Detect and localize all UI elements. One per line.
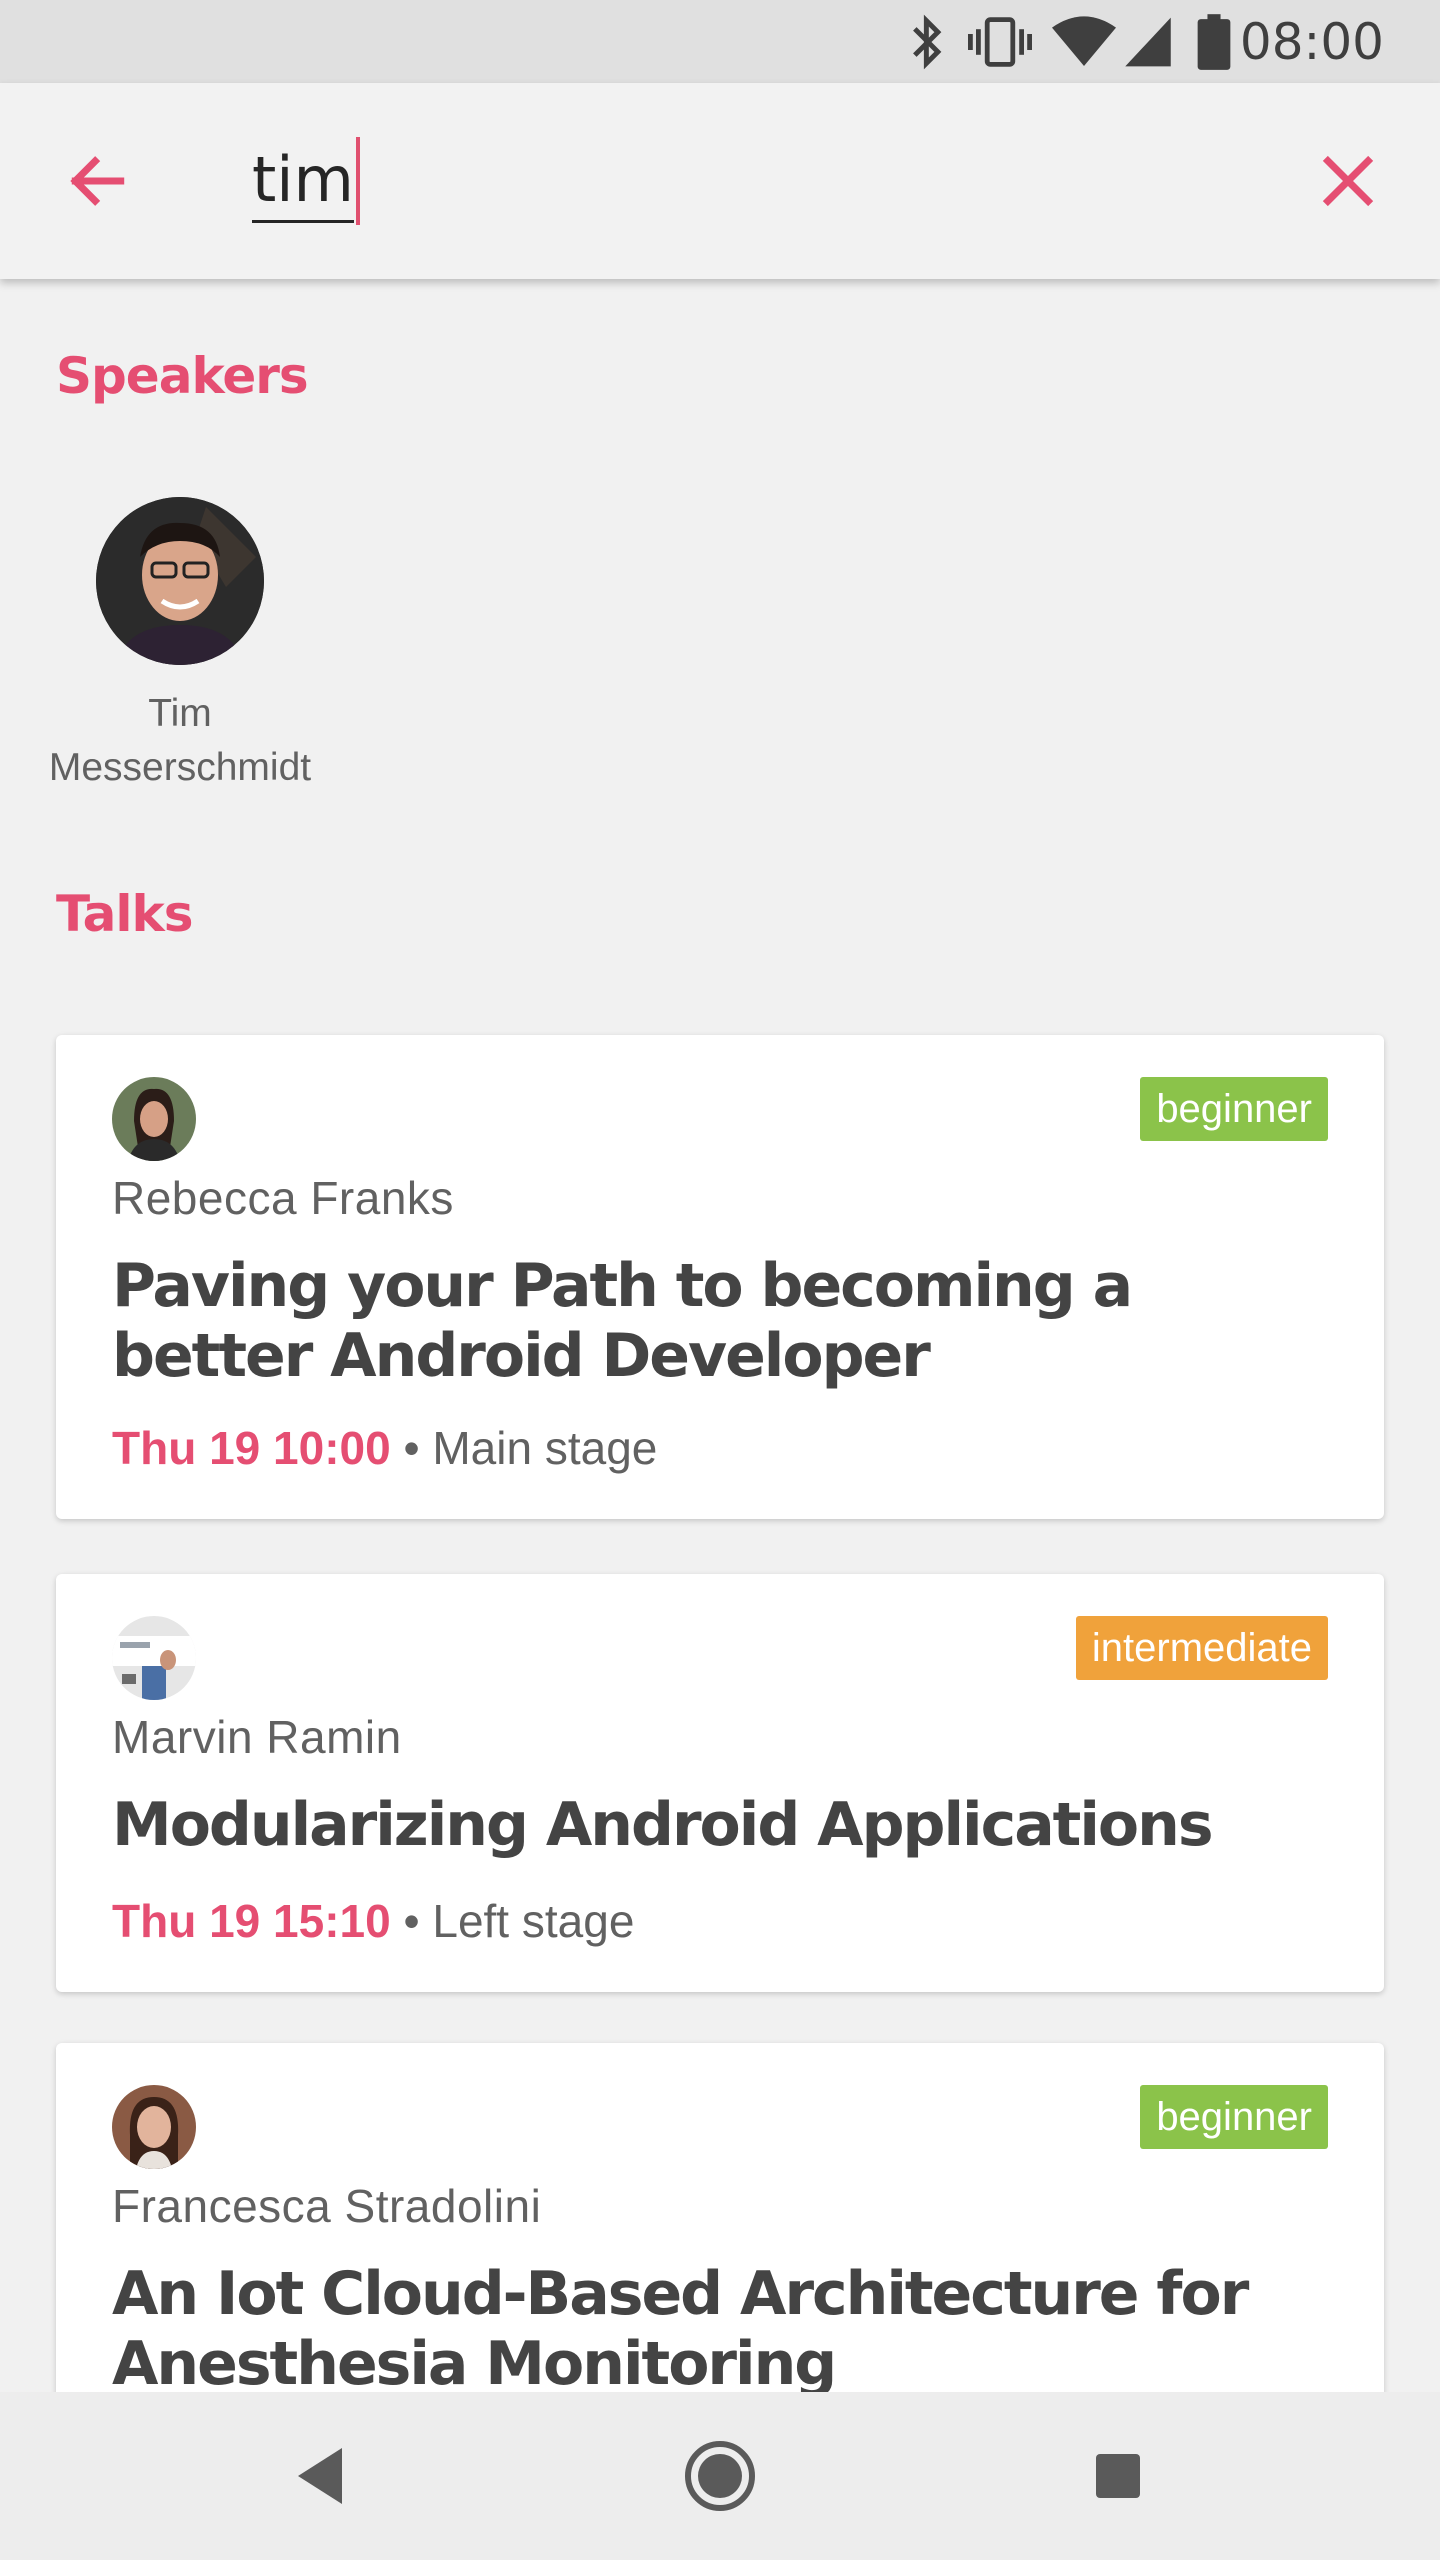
meta-separator: • (403, 1895, 433, 1947)
navigation-bar (0, 2392, 1440, 2560)
avatar (112, 1077, 196, 1161)
talk-title: Modularizing Android Applications (112, 1790, 1214, 1860)
talk-time: Thu 19 10:00 (112, 1422, 391, 1474)
wifi-icon (1052, 16, 1116, 66)
bluetooth-icon (913, 14, 942, 70)
search-query[interactable]: tim (252, 140, 354, 223)
talk-title: Paving your Path to becoming a better An… (112, 1251, 1133, 1391)
level-badge: intermediate (1075, 1616, 1328, 1680)
square-recents-icon[interactable] (1078, 2436, 1158, 2516)
arrow-left-icon[interactable] (64, 147, 132, 215)
status-bar: 08:00 (0, 0, 1440, 83)
avatar (112, 2085, 196, 2169)
talk-card[interactable]: beginner Rebecca Franks Paving your Path… (56, 1035, 1384, 1519)
talk-time: Thu 19 15:10 (112, 1895, 391, 1947)
talk-meta: Thu 19 10:00 • Main stage (112, 1421, 657, 1475)
vibrate-icon (968, 17, 1032, 67)
talk-speaker: Rebecca Franks (112, 1172, 454, 1224)
talks-section-title: Talks (56, 885, 194, 943)
search-input[interactable]: tim (252, 123, 1152, 239)
search-toolbar: tim (0, 83, 1440, 279)
avatar (96, 497, 264, 665)
talk-location: Main stage (432, 1422, 658, 1474)
speaker-item[interactable]: Tim Messerschmidt (24, 497, 336, 795)
meta-separator: • (403, 1422, 433, 1474)
speaker-photo (96, 497, 264, 665)
search-results: Speakers Tim Messerschmidt Talks beginne… (0, 279, 1440, 2392)
speakers-section-title: Speakers (56, 347, 309, 405)
level-badge: beginner (1140, 1077, 1328, 1141)
talk-meta: Thu 19 15:10 • Left stage (112, 1894, 634, 1948)
talk-location: Left stage (432, 1895, 635, 1947)
close-icon[interactable] (1314, 147, 1382, 215)
triangle-back-icon[interactable] (282, 2436, 362, 2516)
talk-speaker: Francesca Stradolini (112, 2180, 542, 2232)
speaker-photo (112, 2085, 196, 2169)
talk-card[interactable]: intermediate Marvin Ramin Modularizing A… (56, 1574, 1384, 1992)
talk-title: An Iot Cloud-Based Architecture for Anes… (112, 2259, 1249, 2392)
text-cursor (355, 137, 360, 225)
signal-icon (1125, 17, 1171, 67)
speaker-name: Tim Messerschmidt (48, 692, 312, 789)
battery-icon (1197, 14, 1231, 70)
circle-home-icon[interactable] (680, 2436, 760, 2516)
level-badge: beginner (1140, 2085, 1328, 2149)
talk-speaker: Marvin Ramin (112, 1711, 402, 1763)
status-time: 08:00 (1239, 13, 1384, 71)
speaker-photo (112, 1077, 196, 1161)
avatar (112, 1616, 196, 1700)
talk-card[interactable]: beginner Francesca Stradolini An Iot Clo… (56, 2043, 1384, 2392)
speaker-photo (112, 1616, 196, 1700)
app-root: 08:00 tim Speakers Tim Messerschmidt Tal… (0, 0, 1440, 2560)
